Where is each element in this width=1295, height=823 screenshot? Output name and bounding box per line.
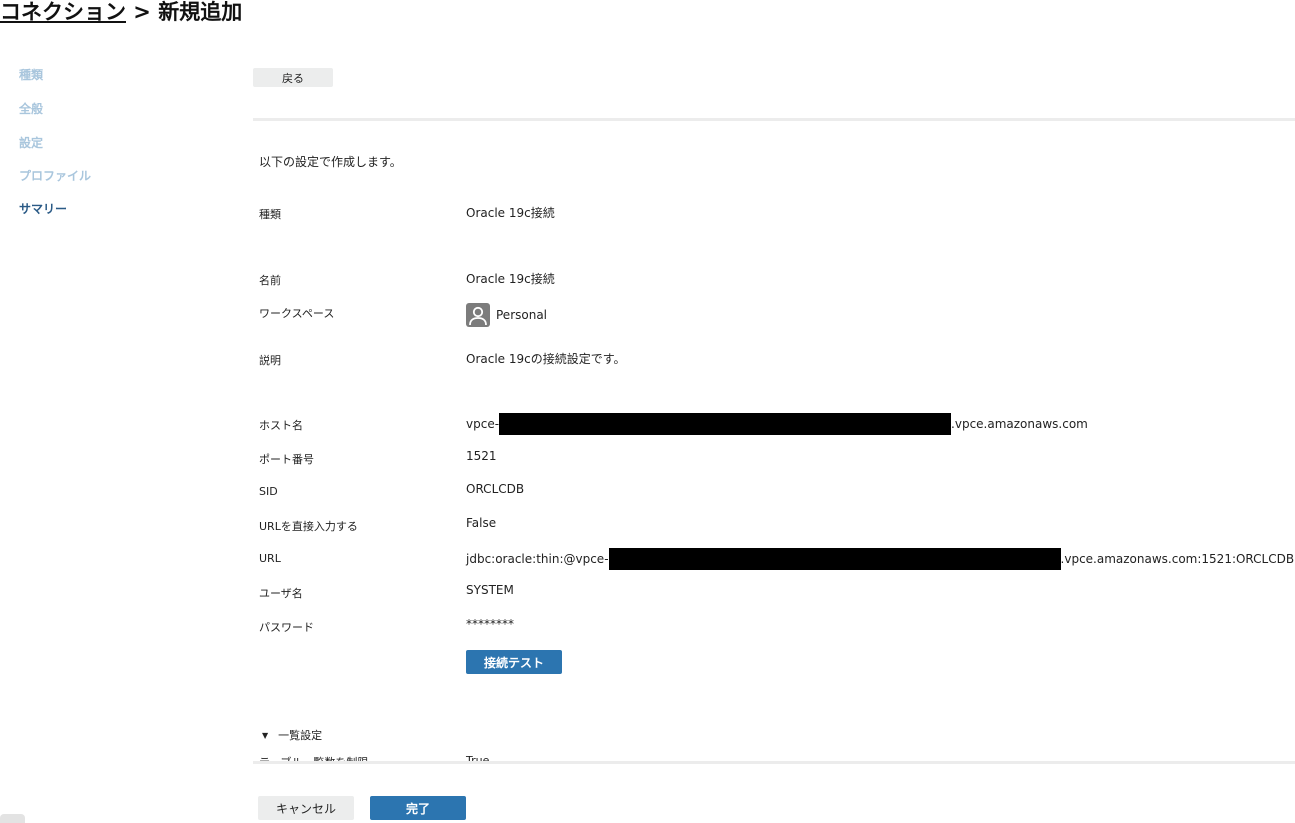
- summary-value-direct-url: False: [466, 516, 497, 530]
- hostname-prefix: vpce-: [466, 417, 500, 431]
- summary-value-url: jdbc:oracle:thin:@vpce- .vpce.amazonaws.c…: [466, 548, 1294, 570]
- summary-value-hostname: vpce- .vpce.amazonaws.com: [466, 413, 1088, 435]
- finish-button[interactable]: 完了: [370, 796, 466, 820]
- workspace-name: Personal: [496, 308, 548, 322]
- summary-label-password: パスワード: [259, 621, 314, 634]
- summary-intro-text: 以下の設定で作成します。: [259, 155, 402, 169]
- back-button[interactable]: 戻る: [253, 68, 333, 87]
- sidebar-step-type[interactable]: 種類: [19, 66, 219, 100]
- hostname-redaction: [499, 413, 952, 435]
- breadcrumb-separator: >: [126, 0, 159, 24]
- summary-label-sid: SID: [259, 485, 278, 498]
- summary-label-username: ユーザ名: [259, 587, 303, 600]
- summary-label-url: URL: [259, 552, 281, 565]
- summary-label-name: 名前: [259, 274, 281, 287]
- summary-label-description: 説明: [259, 354, 281, 367]
- sidebar-step-summary[interactable]: サマリー: [19, 200, 219, 234]
- connection-test-button[interactable]: 接続テスト: [466, 650, 562, 674]
- breadcrumb-connections-link[interactable]: コネクション: [0, 0, 126, 24]
- triangle-down-icon: ▼: [262, 730, 269, 740]
- summary-value-type: Oracle 19c接続: [466, 206, 555, 220]
- summary-value-sid: ORCLCDB: [466, 482, 525, 496]
- cancel-button[interactable]: キャンセル: [258, 796, 354, 820]
- url-suffix: .vpce.amazonaws.com:1521:ORCLCDB: [1060, 552, 1295, 566]
- summary-value-port: 1521: [466, 449, 497, 463]
- sidebar-step-settings[interactable]: 設定: [19, 134, 219, 167]
- summary-label-port: ポート番号: [259, 453, 314, 466]
- divider-bottom: [253, 761, 1295, 764]
- divider-top: [253, 118, 1295, 121]
- wizard-steps-sidebar: 種類 全般 設定 プロファイル サマリー: [19, 66, 219, 234]
- list-settings-label: 一覧設定: [278, 729, 323, 742]
- sidebar-step-profile[interactable]: プロファイル: [19, 167, 219, 200]
- url-prefix: jdbc:oracle:thin:@vpce-: [466, 552, 609, 566]
- summary-label-hostname: ホスト名: [259, 419, 303, 432]
- user-avatar-icon: [466, 303, 490, 327]
- list-settings-toggle[interactable]: ▼ 一覧設定: [262, 727, 322, 743]
- summary-label-direct-url: URLを直接入力する: [259, 520, 358, 533]
- summary-value-password: ********: [466, 617, 514, 631]
- summary-value-description: Oracle 19cの接続設定です。: [466, 352, 626, 366]
- sidebar-step-general[interactable]: 全般: [19, 100, 219, 134]
- summary-label-workspace: ワークスペース: [259, 307, 335, 320]
- summary-value-username: SYSTEM: [466, 583, 514, 597]
- summary-value-workspace: Personal: [466, 303, 547, 327]
- summary-value-name: Oracle 19c接続: [466, 272, 555, 286]
- url-redaction: [608, 548, 1061, 570]
- corner-tab[interactable]: [0, 814, 25, 823]
- summary-label-type: 種類: [259, 208, 281, 221]
- hostname-suffix: .vpce.amazonaws.com: [951, 417, 1088, 431]
- page-title: コネクション > 新規追加: [0, 0, 242, 26]
- breadcrumb-current: 新規追加: [158, 0, 243, 24]
